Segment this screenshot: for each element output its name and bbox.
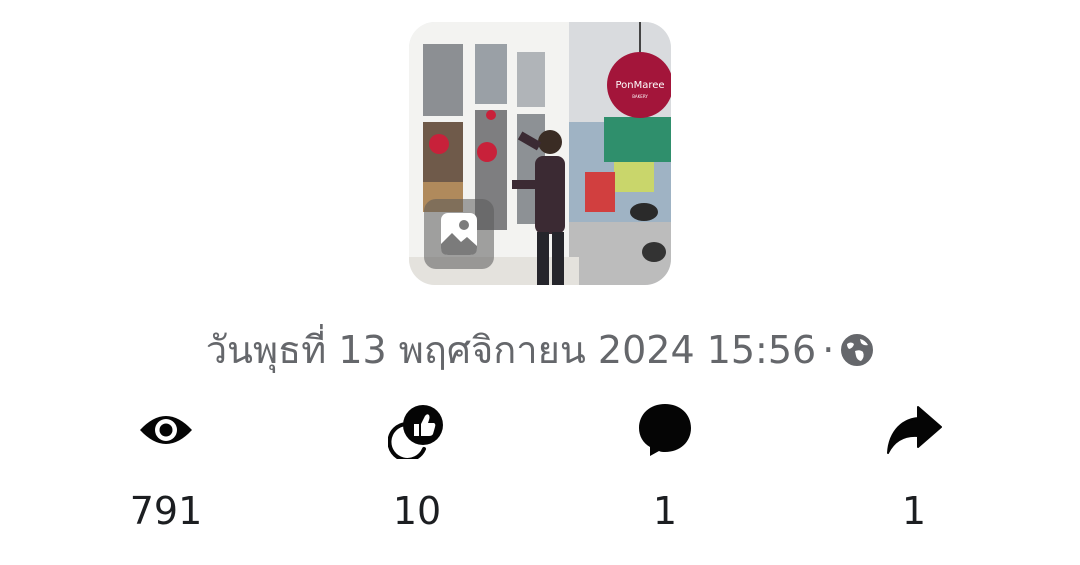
image-icon: [441, 213, 477, 255]
views-stat[interactable]: 791: [76, 398, 256, 538]
thumbs-up-icon: [388, 405, 443, 459]
post-date-row: วันพุธที่ 13 พฤศจิกายน 2024 15:56 ·: [0, 322, 1080, 378]
shares-count: 1: [901, 489, 927, 533]
separator-dot: ·: [822, 328, 835, 372]
comments-count: 1: [652, 489, 678, 533]
shares-stat[interactable]: 1: [824, 398, 1004, 538]
post-photo-thumbnail[interactable]: PonMaree BAKERY: [409, 22, 671, 285]
comment-icon: [639, 404, 691, 456]
comments-stat[interactable]: 1: [575, 398, 755, 538]
photo-badge: [424, 199, 494, 269]
eye-icon: [140, 416, 192, 444]
sign-subtext: BAKERY: [632, 94, 648, 99]
likes-stat[interactable]: 10: [327, 398, 507, 538]
post-date: วันพุธที่ 13 พฤศจิกายน 2024 15:56: [205, 328, 817, 372]
globe-icon[interactable]: [840, 333, 874, 367]
views-count: 791: [129, 489, 203, 533]
post-stats-page: PonMaree BAKERY วันพุธที่ 13 พฤศจิกายน 2…: [0, 0, 1080, 565]
likes-count: 10: [392, 489, 442, 533]
sign-text: PonMaree: [615, 80, 664, 91]
share-icon: [887, 406, 942, 454]
